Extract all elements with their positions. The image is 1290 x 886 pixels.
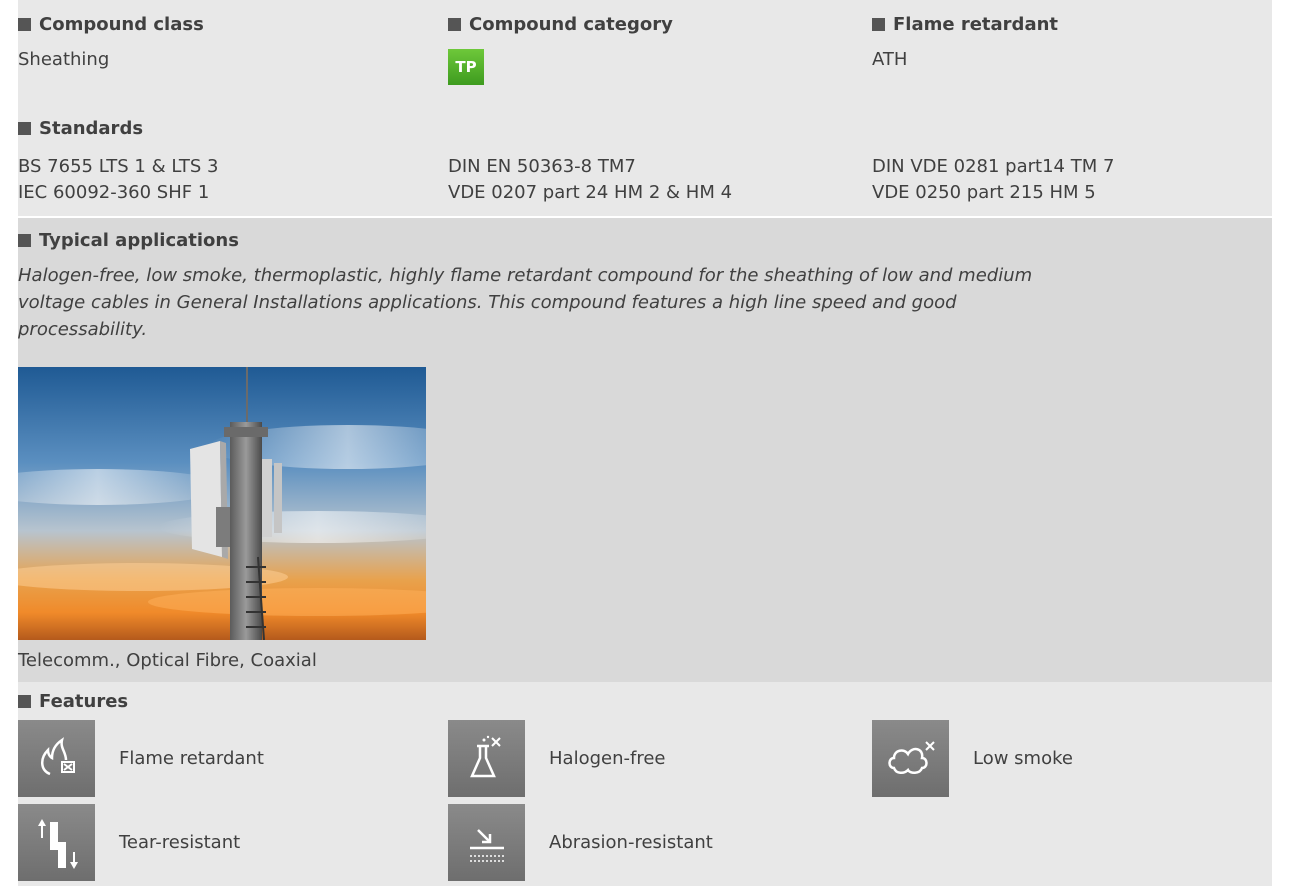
properties-header-section: Compound class Sheathing Compound catego…	[18, 0, 1272, 116]
standards-col-2: DIN EN 50363-8 TM7 VDE 0207 part 24 HM 2…	[448, 154, 732, 206]
feature-halogen-free: Halogen-free	[448, 720, 665, 797]
standard-item: DIN VDE 0281 part14 TM 7	[872, 156, 1115, 177]
description-line: processability.	[18, 319, 148, 340]
tear-resistant-icon	[18, 804, 95, 881]
standards-col-3: DIN VDE 0281 part14 TM 7 VDE 0250 part 2…	[872, 154, 1114, 206]
bullet-square-icon	[18, 234, 31, 247]
compound-class-label: Compound class	[39, 14, 204, 35]
bullet-square-icon	[448, 18, 461, 31]
standards-section: Standards BS 7655 LTS 1 & LTS 3 IEC 6009…	[18, 116, 1272, 216]
feature-label: Tear-resistant	[119, 832, 241, 853]
flame-retardant-block: Flame retardant ATH	[872, 14, 1058, 70]
applications-section: Typical applications Halogen-free, low s…	[18, 218, 1272, 682]
standard-item: DIN EN 50363-8 TM7	[448, 156, 636, 177]
applications-label: Typical applications	[39, 230, 239, 251]
standard-item: VDE 0250 part 215 HM 5	[872, 182, 1096, 203]
tp-badge: TP	[448, 49, 484, 85]
description-line: Halogen-free, low smoke, thermoplastic, …	[18, 265, 1033, 286]
low-smoke-icon	[872, 720, 949, 797]
standard-item: VDE 0207 part 24 HM 2 & HM 4	[448, 182, 733, 203]
bullet-square-icon	[18, 122, 31, 135]
compound-category-block: Compound category TP	[448, 14, 673, 85]
feature-low-smoke: Low smoke	[872, 720, 1073, 797]
compound-class-block: Compound class Sheathing	[18, 14, 204, 70]
feature-label: Abrasion-resistant	[549, 832, 713, 853]
abrasion-resistant-icon	[448, 804, 525, 881]
telecom-tower-image	[18, 367, 426, 640]
standard-item: IEC 60092-360 SHF 1	[18, 182, 210, 203]
standards-col-1: BS 7655 LTS 1 & LTS 3 IEC 60092-360 SHF …	[18, 154, 218, 206]
halogen-free-icon	[448, 720, 525, 797]
flame-retardant-icon	[18, 720, 95, 797]
bullet-square-icon	[872, 18, 885, 31]
features-section: Features Flame retardant Halogen-free Lo…	[18, 682, 1272, 886]
bullet-square-icon	[18, 18, 31, 31]
feature-label: Halogen-free	[549, 748, 666, 769]
compound-class-value: Sheathing	[18, 49, 110, 70]
feature-flame-retardant: Flame retardant	[18, 720, 264, 797]
features-label: Features	[39, 691, 129, 712]
standards-label: Standards	[39, 118, 144, 139]
feature-abrasion-resistant: Abrasion-resistant	[448, 804, 713, 881]
bullet-square-icon	[18, 695, 31, 708]
flame-retardant-value: ATH	[872, 49, 908, 70]
feature-label: Flame retardant	[119, 748, 264, 769]
description-line: voltage cables in General Installations …	[18, 292, 957, 313]
feature-tear-resistant: Tear-resistant	[18, 804, 240, 881]
applications-description: Halogen-free, low smoke, thermoplastic, …	[18, 262, 1258, 343]
image-caption: Telecomm., Optical Fibre, Coaxial	[18, 650, 317, 671]
standard-item: BS 7655 LTS 1 & LTS 3	[18, 156, 219, 177]
flame-retardant-label: Flame retardant	[893, 14, 1059, 35]
compound-category-label: Compound category	[469, 14, 673, 35]
feature-label: Low smoke	[973, 748, 1073, 769]
